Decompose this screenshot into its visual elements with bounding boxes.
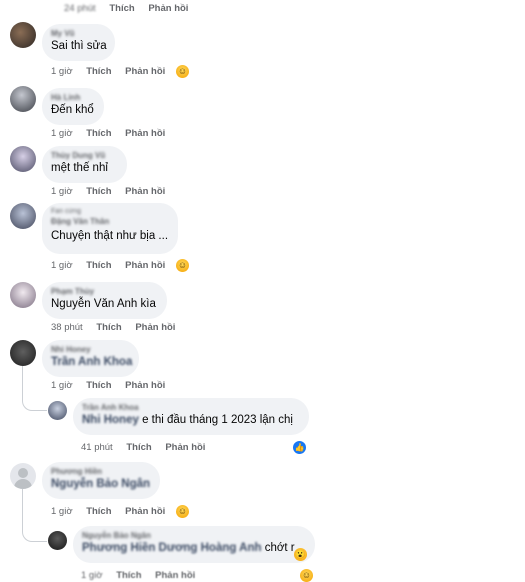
comment-time: 1 giờ xyxy=(51,128,73,139)
comment-text: Đến khổ xyxy=(51,104,94,116)
comment-text: e thi đầu tháng 1 2023 lận chị xyxy=(142,414,293,426)
avatar[interactable] xyxy=(48,531,67,550)
like-button[interactable]: Thích xyxy=(86,128,111,139)
comment-author[interactable]: Đặng Văn Thân xyxy=(51,216,169,227)
reply-button[interactable]: Phản hồi xyxy=(125,506,165,517)
mentioned-user-link[interactable]: Trần Anh Khoa xyxy=(51,355,132,370)
comment-author[interactable]: Phương Hiền xyxy=(51,466,151,477)
avatar[interactable] xyxy=(10,22,36,48)
comment-author[interactable]: Trần Anh Khoa xyxy=(82,402,300,413)
comment-bubble: Nhi Honey Trần Anh Khoa xyxy=(42,340,139,377)
comment-bubble: Thùy Dung Vũ mệt thế nhỉ xyxy=(42,146,127,183)
avatar[interactable] xyxy=(10,86,36,112)
haha-emoji-icon[interactable]: ☺ xyxy=(176,65,189,78)
comment-time: 1 giờ xyxy=(51,186,73,197)
haha-emoji-icon[interactable]: ☺ xyxy=(176,259,189,272)
comment-bubble: Fan cứng Đặng Văn Thân Chuyện thật như b… xyxy=(42,203,178,254)
avatar[interactable] xyxy=(10,463,36,489)
avatar[interactable] xyxy=(10,340,36,366)
haha-emoji-icon[interactable]: ☺ xyxy=(300,569,313,582)
comment-bubble: My Vũ Sai thì sửa xyxy=(42,24,115,61)
comment-meta: 1 giờ Thích Phản hồi xyxy=(51,66,176,78)
comment-author[interactable]: Hà Linh xyxy=(51,92,95,103)
avatar[interactable] xyxy=(10,282,36,308)
reply-button[interactable]: Phản hồi xyxy=(125,380,165,391)
like-button[interactable]: Thích xyxy=(116,570,141,581)
comment-meta: 24 phút Thích Phản hồi xyxy=(64,3,199,15)
comment-author[interactable]: Nhi Honey xyxy=(51,344,130,355)
avatar[interactable] xyxy=(10,203,36,229)
comment-author[interactable]: My Vũ xyxy=(51,28,106,39)
reply-button[interactable]: Phản hồi xyxy=(125,186,165,197)
reply-thread-line xyxy=(22,489,47,542)
reply-bubble: Trần Anh Khoa Nhi Honey e thi đầu tháng … xyxy=(73,398,309,435)
like-button[interactable]: Thích xyxy=(86,260,111,271)
comment-bubble: Phương Hiền Nguyễn Bảo Ngân xyxy=(42,462,160,499)
reply-button[interactable]: Phản hồi xyxy=(148,3,188,14)
wow-emoji-icon[interactable]: 😮 xyxy=(294,548,307,561)
mentioned-user-link[interactable]: Phương Hiền Dương Hoàng Anh xyxy=(82,542,262,554)
like-button[interactable]: Thích xyxy=(86,380,111,391)
comment-time: 1 giờ xyxy=(51,66,73,77)
like-icon[interactable]: 👍 xyxy=(292,440,307,455)
comment-text: Chuyện thật như bịa ... xyxy=(51,230,169,242)
like-button[interactable]: Thích xyxy=(126,442,151,453)
comment-bubble: Hà Linh Đến khổ xyxy=(42,88,104,125)
reply-button[interactable]: Phản hồi xyxy=(165,442,205,453)
comment-time: 1 giờ xyxy=(51,506,73,517)
comment-time: 1 giờ xyxy=(51,380,73,391)
mentioned-user-link[interactable]: Nguyễn Bảo Ngân xyxy=(51,477,151,492)
comment-time: 24 phút xyxy=(64,3,96,14)
reply-button[interactable]: Phản hồi xyxy=(125,260,165,271)
comment-time: 1 giờ xyxy=(81,570,103,581)
fan-badge: Fan cứng xyxy=(51,208,81,215)
avatar[interactable] xyxy=(10,146,36,172)
like-button[interactable]: Thích xyxy=(109,3,134,14)
comment-meta: 1 giờ Thích Phản hồi xyxy=(51,506,176,518)
reply-button[interactable]: Phản hồi xyxy=(135,322,175,333)
comment-bubble: Phạm Thùy Nguyễn Văn Anh kìa xyxy=(42,282,167,319)
comment-text: Nguyễn Văn Anh kìa xyxy=(51,298,156,310)
comment-meta: 1 giờ Thích Phản hồi xyxy=(81,570,206,582)
comment-time: 1 giờ xyxy=(51,260,73,271)
mentioned-user-link[interactable]: Nhi Honey xyxy=(82,414,139,426)
like-button[interactable]: Thích xyxy=(86,186,111,197)
like-button[interactable]: Thích xyxy=(96,322,121,333)
reply-thread-line xyxy=(22,366,47,411)
comment-text: mệt thế nhỉ xyxy=(51,162,108,174)
reply-bubble: Nguyễn Bảo Ngân Phương Hiền Dương Hoàng … xyxy=(73,526,315,563)
comment-meta: 1 giờ Thích Phản hồi xyxy=(51,380,176,392)
reply-button[interactable]: Phản hồi xyxy=(155,570,195,581)
comment-time: 41 phút xyxy=(81,442,113,453)
comment-meta: 38 phút Thích Phản hồi xyxy=(51,322,186,334)
like-button[interactable]: Thích xyxy=(86,506,111,517)
comment-author[interactable]: Thùy Dung Vũ xyxy=(51,150,118,161)
comment-text: Sai thì sửa xyxy=(51,40,107,52)
haha-emoji-icon[interactable]: ☺ xyxy=(176,505,189,518)
avatar[interactable] xyxy=(48,401,67,420)
comment-author[interactable]: Phạm Thùy xyxy=(51,286,158,297)
comment-meta: 1 giờ Thích Phản hồi xyxy=(51,260,176,272)
reply-button[interactable]: Phản hồi xyxy=(125,66,165,77)
comment-meta: 41 phút Thích Phản hồi xyxy=(81,442,216,454)
comment-text: chớt r xyxy=(264,542,295,554)
comment-meta: 1 giờ Thích Phản hồi xyxy=(51,186,176,198)
comment-meta: 1 giờ Thích Phản hồi xyxy=(51,128,176,140)
comment-time: 38 phút xyxy=(51,322,83,333)
like-button[interactable]: Thích xyxy=(86,66,111,77)
comment-author[interactable]: Nguyễn Bảo Ngân xyxy=(82,530,306,541)
reply-button[interactable]: Phản hồi xyxy=(125,128,165,139)
